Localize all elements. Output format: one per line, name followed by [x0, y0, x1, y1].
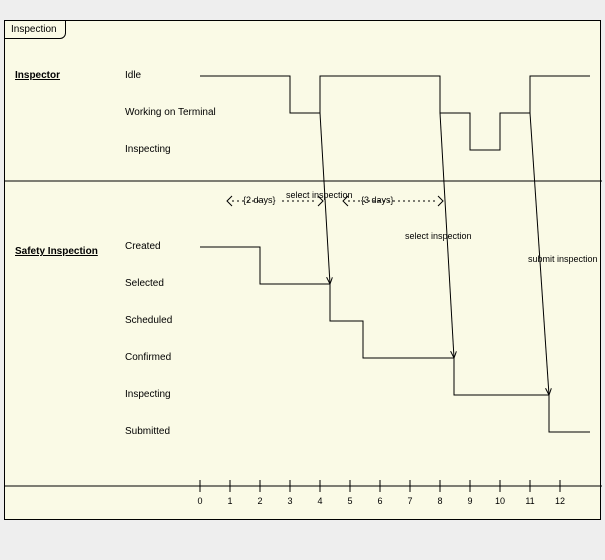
diagram-lines [5, 21, 602, 521]
timing-diagram-frame: Inspection Inspector Safety Inspection I… [4, 20, 601, 520]
